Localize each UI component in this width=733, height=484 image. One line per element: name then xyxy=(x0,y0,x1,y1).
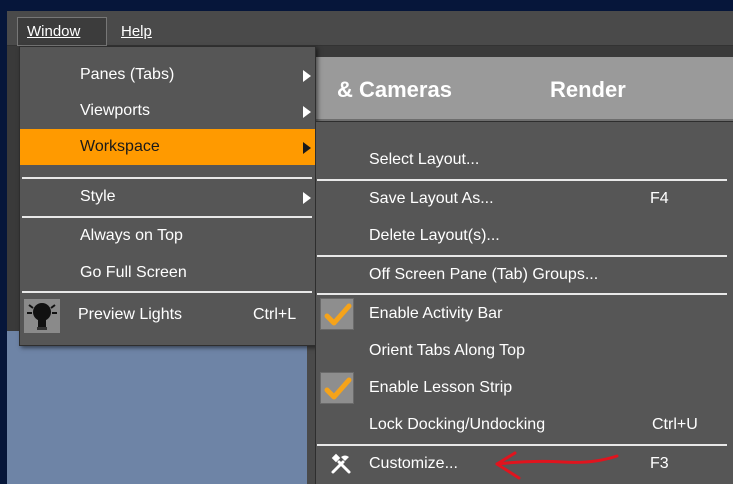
menu-item-always-on-top[interactable]: Always on Top xyxy=(20,218,315,254)
submenu-arrow-icon xyxy=(303,106,311,118)
checkbox-checked[interactable] xyxy=(320,298,354,330)
menu-item-label: Lock Docking/Undocking xyxy=(369,416,546,433)
menu-item-enable-lesson-strip[interactable]: Enable Lesson Strip xyxy=(316,370,733,406)
menu-item-save-layout-as[interactable]: Save Layout As... F4 xyxy=(316,181,733,217)
menu-window-label: Window xyxy=(27,23,81,40)
menu-item-workspace[interactable]: Workspace xyxy=(20,129,315,165)
menu-item-label: Workspace xyxy=(80,138,160,155)
menu-item-shortcut: Ctrl+L xyxy=(253,306,297,323)
checkbox-checked[interactable] xyxy=(320,372,354,404)
viewport-area xyxy=(7,331,317,484)
menu-item-orient-tabs-along-top[interactable]: Orient Tabs Along Top xyxy=(316,333,733,369)
menu-item-enable-activity-bar[interactable]: Enable Activity Bar xyxy=(316,296,733,332)
annotation-arrow-icon xyxy=(495,451,619,480)
menu-separator xyxy=(22,291,312,293)
menu-bar: Window Help xyxy=(7,11,733,46)
app-window: & Cameras Render Window Help Panes (Tabs… xyxy=(7,11,733,484)
menu-item-label: Select Layout... xyxy=(369,151,480,168)
menu-item-label: Orient Tabs Along Top xyxy=(369,342,525,359)
menu-item-preview-lights[interactable]: Preview Lights Ctrl+L xyxy=(20,297,315,333)
tools-icon xyxy=(330,453,352,480)
menu-help[interactable]: Help xyxy=(121,23,152,40)
checkmark-icon xyxy=(324,377,352,400)
menu-item-delete-layouts[interactable]: Delete Layout(s)... xyxy=(316,218,733,254)
menu-item-label: Viewports xyxy=(80,102,150,119)
tab-cameras[interactable]: & Cameras xyxy=(337,77,452,103)
submenu-arrow-icon xyxy=(303,192,311,204)
tab-render[interactable]: Render xyxy=(550,77,626,103)
menu-item-label: Always on Top xyxy=(80,227,183,244)
checkmark-icon xyxy=(324,303,352,326)
menu-item-select-layout[interactable]: Select Layout... xyxy=(316,142,733,178)
menu-item-shortcut: F3 xyxy=(650,455,669,472)
menu-item-label: Customize... xyxy=(369,455,458,472)
menu-item-viewports[interactable]: Viewports xyxy=(20,93,315,129)
menu-item-lock-docking[interactable]: Lock Docking/Undocking Ctrl+U xyxy=(316,407,733,443)
activity-bar: & Cameras Render xyxy=(307,57,733,121)
menu-item-label: Delete Layout(s)... xyxy=(369,227,500,244)
menu-window[interactable]: Window xyxy=(27,23,80,40)
menu-item-label: Enable Lesson Strip xyxy=(369,379,513,396)
menu-help-label: Help xyxy=(121,23,152,40)
menu-item-shortcut: F4 xyxy=(650,190,669,207)
menu-item-label: Save Layout As... xyxy=(369,190,494,207)
menu-item-panes-tabs[interactable]: Panes (Tabs) xyxy=(20,57,315,93)
menu-separator xyxy=(317,293,727,295)
menu-item-label: Go Full Screen xyxy=(80,264,187,281)
submenu-arrow-icon xyxy=(303,70,311,82)
menu-item-off-screen-pane-groups[interactable]: Off Screen Pane (Tab) Groups... xyxy=(316,257,733,293)
menu-item-style[interactable]: Style xyxy=(20,179,315,215)
window-menu-dropdown: Panes (Tabs) Viewports Workspace Style A… xyxy=(19,46,316,346)
menu-item-label: Panes (Tabs) xyxy=(80,66,175,83)
workspace-submenu: Select Layout... Save Layout As... F4 De… xyxy=(315,121,733,484)
menu-item-label: Preview Lights xyxy=(78,306,183,323)
submenu-arrow-icon xyxy=(303,142,311,154)
menu-item-label: Style xyxy=(80,188,116,205)
menu-item-label: Off Screen Pane (Tab) Groups... xyxy=(369,266,599,283)
light-bulb-icon xyxy=(24,299,60,333)
menu-item-label: Enable Activity Bar xyxy=(369,305,503,322)
menu-item-go-full-screen[interactable]: Go Full Screen xyxy=(20,255,315,291)
menu-item-shortcut: Ctrl+U xyxy=(652,416,698,433)
